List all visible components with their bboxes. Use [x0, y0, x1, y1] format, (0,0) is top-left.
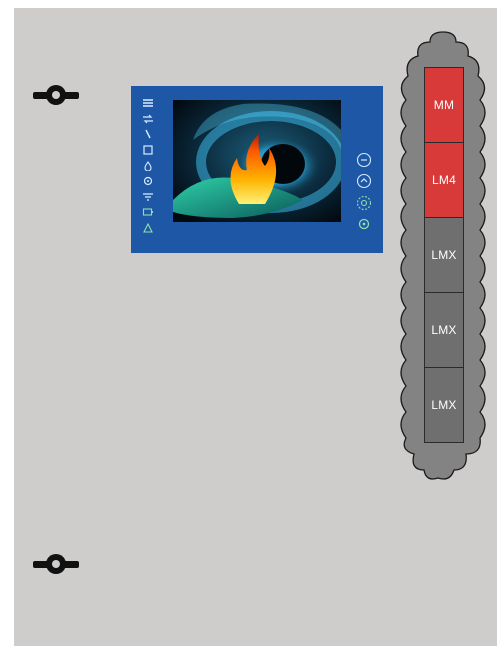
- power-button[interactable]: [356, 216, 372, 232]
- module-label: MM: [433, 98, 455, 112]
- module-lmx-2[interactable]: LMX: [424, 292, 464, 368]
- module-label: LMX: [431, 398, 457, 412]
- flow-icon[interactable]: [142, 114, 154, 124]
- hmi-right-button-column: [355, 152, 373, 232]
- door-hinge-icon: [33, 554, 79, 574]
- next-button[interactable]: [356, 195, 372, 211]
- arrow-icon[interactable]: [142, 129, 154, 139]
- home-button[interactable]: [356, 173, 372, 189]
- module-label: LMX: [431, 323, 457, 337]
- filter-icon[interactable]: [142, 192, 154, 202]
- module-label: LMX: [431, 248, 457, 262]
- alarm-icon[interactable]: [142, 223, 154, 233]
- module-label: LM4: [432, 173, 456, 187]
- module-lmx-3[interactable]: LMX: [424, 367, 464, 443]
- module-stack: MM LM4 LMX LMX LMX: [424, 67, 464, 443]
- gear-icon[interactable]: [142, 176, 154, 186]
- flame-icon[interactable]: [142, 160, 154, 171]
- previous-button[interactable]: [356, 152, 372, 168]
- battery-icon[interactable]: [142, 207, 154, 217]
- hmi-left-icon-column: [141, 98, 155, 233]
- module-lmx-1[interactable]: LMX: [424, 217, 464, 293]
- door-icon[interactable]: [142, 145, 154, 155]
- menu-icon[interactable]: [142, 98, 154, 108]
- hmi-display-panel[interactable]: [131, 86, 383, 253]
- door-hinge-icon: [33, 85, 79, 105]
- flame-eye-screen: [173, 100, 341, 222]
- module-mm[interactable]: MM: [424, 67, 464, 143]
- module-lm4[interactable]: LM4: [424, 142, 464, 218]
